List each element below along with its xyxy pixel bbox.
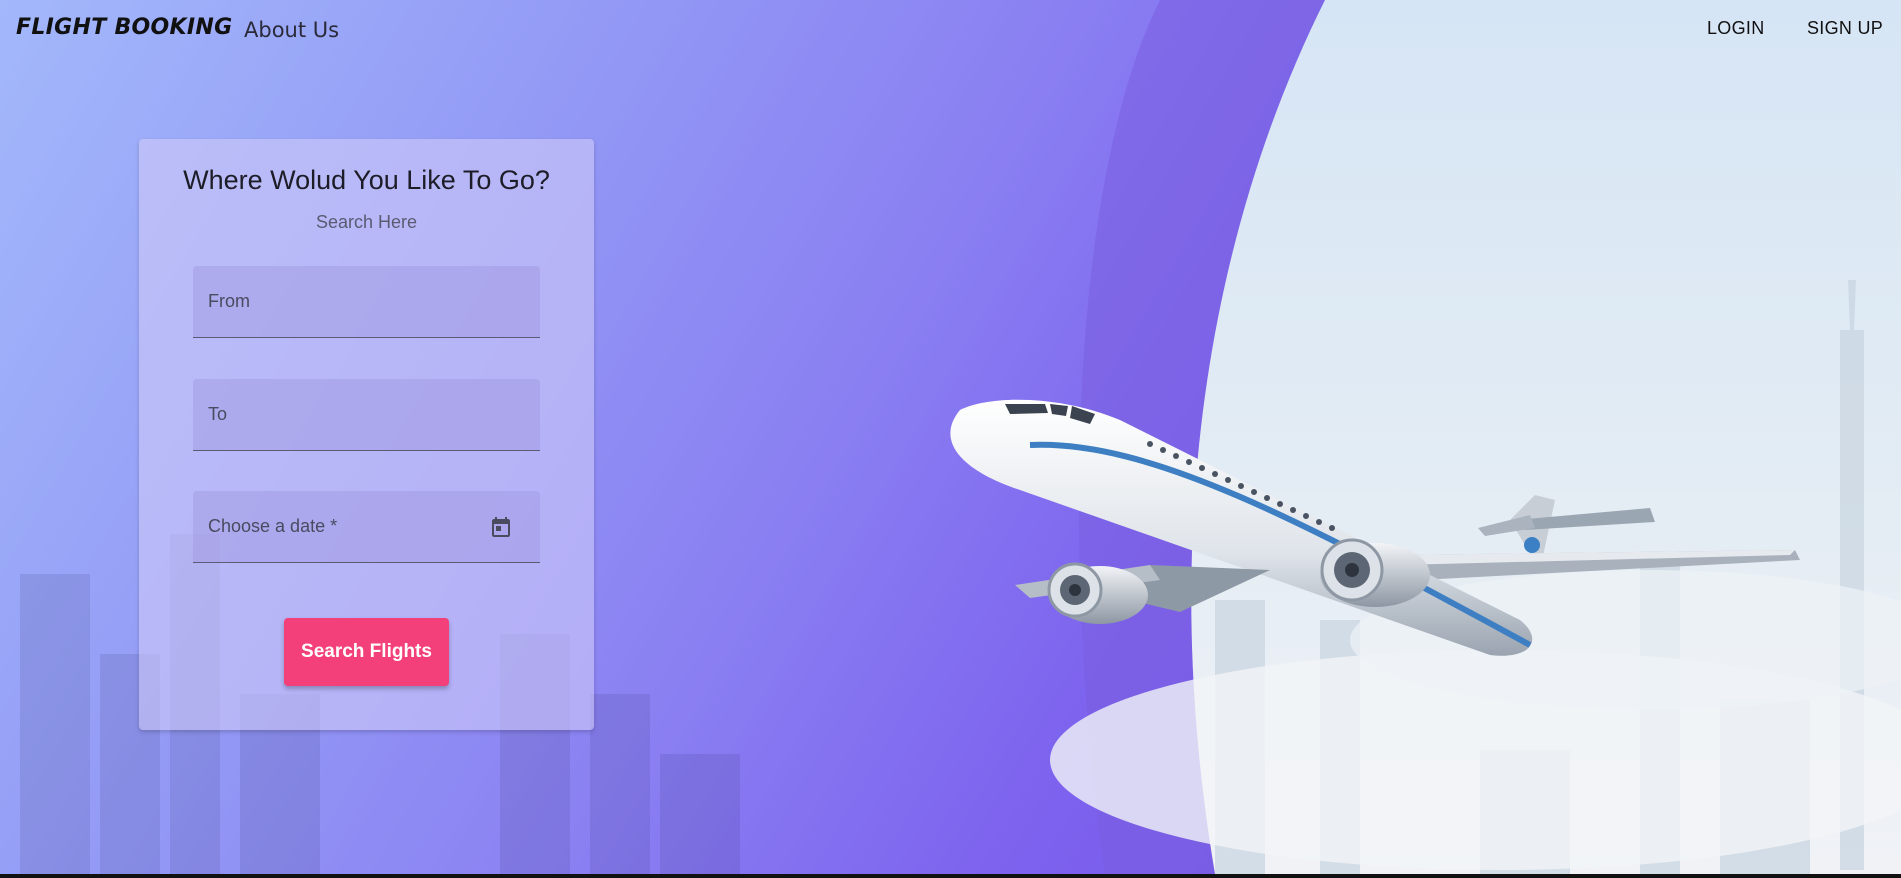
brand-logo[interactable]: FLIGHT BOOKING [16,15,232,40]
nav-about-us-link[interactable]: About Us [244,18,339,42]
flight-search-card: Where Wolud You Like To Go? Search Here … [139,139,594,730]
from-placeholder: From [208,291,250,311]
search-card-subtitle: Search Here [315,212,418,232]
to-input[interactable]: To [193,379,540,451]
to-placeholder: To [208,404,228,424]
from-input[interactable]: From [193,266,540,338]
login-button[interactable]: LOGIN [1707,18,1765,39]
calendar-icon[interactable] [489,515,513,539]
hero-background: FLIGHT BOOKING About Us LOGIN SIGN UP Wh… [0,0,1901,874]
search-flights-button[interactable]: Search Flights [284,618,449,686]
bottom-border [0,874,1901,878]
date-placeholder: Choose a date * [208,516,338,536]
signup-button[interactable]: SIGN UP [1807,18,1883,39]
search-card-title: Where Wolud You Like To Go? [183,165,550,195]
date-input[interactable]: Choose a date * [193,491,540,563]
